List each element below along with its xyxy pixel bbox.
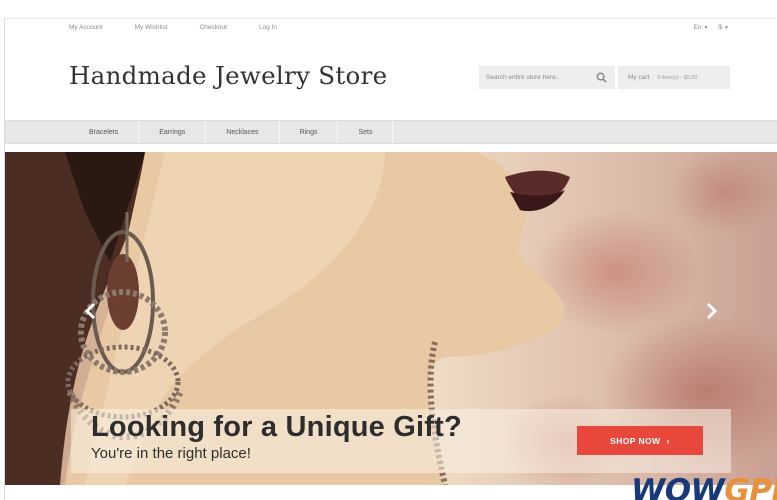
search-input[interactable] xyxy=(486,74,594,81)
cart-label: My cart xyxy=(628,74,650,81)
currency-select[interactable]: $ ▼ xyxy=(718,23,729,33)
store-page: My Account My Wishlist Checkout Log In E… xyxy=(4,18,777,500)
nav-item-necklaces[interactable]: Necklaces xyxy=(206,121,280,143)
search-box xyxy=(479,66,615,89)
shop-now-button[interactable]: SHOP NOW › xyxy=(577,426,703,455)
hero-slider: Looking for a Unique Gift? You're in the… xyxy=(5,152,777,485)
checkout-link[interactable]: Checkout xyxy=(199,23,226,33)
nav-item-earrings[interactable]: Earrings xyxy=(139,121,207,143)
next-slide-icon[interactable] xyxy=(705,302,719,320)
chevron-right-icon: › xyxy=(666,435,670,446)
nav-item-bracelets[interactable]: Bracelets xyxy=(69,121,140,143)
store-logo[interactable]: Handmade Jewelry Store xyxy=(69,61,387,90)
login-link[interactable]: Log In xyxy=(259,23,277,33)
caret-down-icon: ▼ xyxy=(703,25,709,31)
watermark-logo: WOWGPL xyxy=(631,473,777,500)
top-links: My Account My Wishlist Checkout Log In xyxy=(69,23,309,33)
hero-subline: You're in the right place! xyxy=(91,445,251,462)
my-account-link[interactable]: My Account xyxy=(69,23,103,33)
cart-summary: 0 item(s) - $0.00 xyxy=(657,74,698,81)
prev-slide-icon[interactable] xyxy=(83,302,97,320)
language-select[interactable]: En ▼ xyxy=(694,23,709,33)
nav-item-sets[interactable]: Sets xyxy=(338,121,394,143)
my-wishlist-link[interactable]: My Wishlist xyxy=(135,23,168,33)
main-nav: Bracelets Earrings Necklaces Rings Sets xyxy=(5,120,777,144)
locale-switchers: En ▼ $ ▼ xyxy=(694,23,729,33)
nav-item-rings[interactable]: Rings xyxy=(280,121,339,143)
search-icon[interactable] xyxy=(596,72,607,83)
caret-down-icon: ▼ xyxy=(724,25,729,31)
cart-widget[interactable]: My cart 0 item(s) - $0.00 xyxy=(618,66,730,89)
hero-headline: Looking for a Unique Gift? xyxy=(91,411,462,443)
